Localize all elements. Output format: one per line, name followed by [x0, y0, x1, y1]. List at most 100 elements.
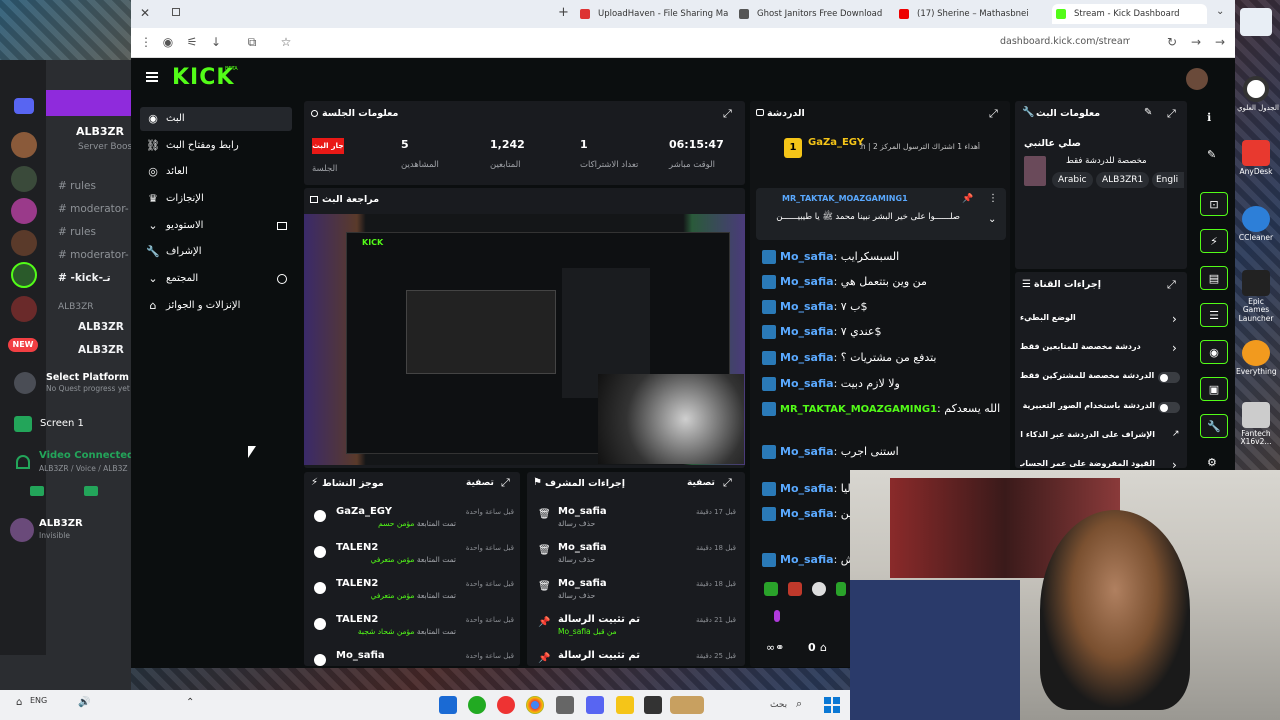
chat-username[interactable]: Mo_safia — [780, 275, 834, 288]
search-icon[interactable]: ⌕ — [796, 697, 802, 711]
chat-message[interactable]: Mo_safia: بتدفع من مشتريات ؟ — [762, 349, 1002, 367]
select-platform[interactable]: Select Platform — [46, 372, 129, 383]
activity-name[interactable]: TALEN2 — [336, 578, 378, 589]
server-icon[interactable] — [11, 296, 37, 322]
chat-message[interactable]: Mo_safia: ليا — [762, 480, 850, 498]
chevron-right-icon[interactable]: › — [1172, 312, 1177, 326]
chevron-right-icon[interactable]: › — [1172, 458, 1177, 472]
voice-item[interactable]: ALB3ZR — [78, 344, 124, 356]
taskbar-app-icon[interactable] — [644, 696, 662, 714]
user-avatar[interactable] — [10, 518, 34, 542]
tab-list-icon[interactable]: ⌄ — [1216, 6, 1224, 17]
chat-message[interactable]: MR_TAKTAK_MOAZGAMING1: شير انكم للبث الل… — [762, 400, 1002, 418]
expand-icon[interactable]: ⤢ — [989, 107, 998, 121]
desktop-icon-everything[interactable]: Everything — [1236, 340, 1277, 376]
toggle-switch[interactable] — [1158, 372, 1180, 383]
info-icon[interactable]: ℹ — [1207, 111, 1211, 124]
gift-user[interactable]: GaZa_EGY — [808, 137, 864, 148]
chat-username[interactable]: Mo_safia — [780, 445, 834, 458]
more-icon[interactable]: ⋮ — [988, 193, 998, 204]
chat-username[interactable]: Mo_safia — [780, 377, 834, 390]
reload-icon[interactable]: ↻ — [1164, 34, 1180, 50]
taskbar-app-icon[interactable] — [526, 696, 544, 714]
channel-action-label[interactable]: الدردشة باستخدام الصور التعبيرية فقط — [1020, 401, 1155, 410]
nav-community[interactable]: ⌄ المجتمع — [140, 267, 292, 291]
windows-start-icon[interactable] — [824, 697, 840, 713]
mic-icon[interactable] — [774, 610, 780, 622]
taskbar-app-icon[interactable] — [497, 696, 515, 714]
channel-item[interactable]: # rules — [58, 226, 96, 238]
chevron-right-icon[interactable]: › — [1172, 341, 1177, 355]
mod-action-name[interactable]: تم تثبيت الرسالة — [558, 614, 640, 625]
mod-action-name[interactable]: Mo_safia — [558, 578, 607, 589]
tag-chip[interactable]: Engli — [1152, 172, 1184, 188]
extensions-icon[interactable]: ⧉ — [244, 34, 260, 50]
camera-icon[interactable] — [30, 486, 44, 496]
chat-message[interactable]: Mo_safia: من وين بتتعمل هي — [762, 273, 1002, 291]
rail-button[interactable]: ⚡ — [1200, 229, 1228, 253]
chat-username[interactable]: Mo_safia — [780, 553, 834, 566]
settings-icon[interactable]: ⚙ — [1207, 456, 1217, 469]
taskbar-app-icon[interactable] — [616, 696, 634, 714]
channel-item[interactable]: # moderator- — [58, 203, 129, 215]
expand-icon[interactable]: ⤢ — [723, 476, 732, 490]
nav-studio[interactable]: ⌄ الاستوديو — [140, 214, 292, 238]
stream-preview-video[interactable]: KICK — [304, 214, 745, 465]
chat-users-icon[interactable]: ∞⚭ — [766, 641, 784, 654]
activity-filter[interactable]: تصفية — [466, 478, 494, 488]
rail-button[interactable]: ◉ — [1200, 340, 1228, 364]
desktop-icon-epic[interactable]: Epic Games Launcher — [1236, 270, 1276, 323]
channel-action-label[interactable]: الوضع البطيء — [1020, 313, 1155, 322]
restore-icon[interactable] — [172, 8, 180, 16]
rail-button[interactable]: 🔧 — [1200, 414, 1228, 438]
tab-ghost-janitors[interactable]: Ghost Janitors Free Download — [735, 4, 895, 24]
tab-kick-dashboard[interactable]: Stream - Kick Dashboard — [1052, 4, 1207, 24]
screen-label[interactable]: Screen 1 — [40, 418, 84, 429]
chat-message[interactable]: Mo_safia: عندي ٧$ — [762, 323, 1002, 341]
chat-username[interactable]: Mo_safia — [780, 507, 834, 520]
tune-icon[interactable]: ⚟ — [184, 34, 200, 50]
chat-message[interactable]: Mo_safia: السبسكرايب — [762, 248, 1002, 266]
pencil-icon[interactable]: ✎ — [1207, 148, 1216, 161]
server-name[interactable]: ALB3ZR — [76, 125, 124, 138]
chat-message[interactable]: Mo_safia: ولا لازم دبيت — [762, 375, 1002, 393]
url-field[interactable]: dashboard.kick.com/stream — [1000, 36, 1130, 47]
rail-button[interactable]: ▣ — [1200, 377, 1228, 401]
chat-username[interactable]: MR_TAKTAK_MOAZGAMING1 — [780, 404, 937, 415]
expand-icon[interactable]: ⤢ — [1167, 278, 1176, 292]
tab-sherine[interactable]: (17) Sherine – Mathasbnei — [895, 4, 1055, 24]
chat-username[interactable]: Mo_safia — [780, 300, 834, 313]
volume-icon[interactable]: 🔊 — [78, 697, 90, 708]
activity-name[interactable]: Mo_safia — [336, 650, 385, 661]
chat-username[interactable]: Mo_safia — [780, 482, 834, 495]
server-icon[interactable] — [11, 230, 37, 256]
server-icon[interactable] — [11, 262, 37, 288]
hamburger-icon[interactable] — [146, 72, 158, 82]
external-link-icon[interactable]: ↗ — [1172, 429, 1180, 439]
taskbar-app-icon[interactable] — [556, 696, 574, 714]
channel-action-label[interactable]: دردشة مخصصة للمتابعين فقط — [1020, 342, 1155, 351]
tag-chip[interactable]: ALB3ZR1 — [1096, 172, 1150, 188]
mod-action-name[interactable]: Mo_safia — [558, 506, 607, 517]
server-icon[interactable] — [11, 132, 37, 158]
menu-icon[interactable]: ⋮ — [138, 34, 154, 50]
tray-chevron-icon[interactable]: ⌃ — [186, 697, 194, 708]
expand-icon[interactable]: ⤢ — [1167, 107, 1176, 121]
nav-broadcast[interactable]: ◉ البث — [140, 107, 292, 131]
expand-icon[interactable]: ⤢ — [501, 476, 510, 490]
taskbar-app-icon[interactable] — [439, 696, 457, 714]
gift-icon[interactable]: ⌂ — [820, 641, 827, 654]
back-icon[interactable]: → — [1188, 34, 1204, 50]
chat-username[interactable]: Mo_safia — [780, 351, 834, 364]
new-tab-button[interactable]: + — [558, 5, 569, 20]
nav-drops[interactable]: ⌂ الإنزالات و الجوائز — [140, 294, 292, 318]
chevron-down-icon[interactable]: ⌄ — [988, 214, 996, 225]
tab-uploadhaven[interactable]: UploadHaven - File Sharing Ma — [576, 4, 736, 24]
chat-message[interactable]: Mo_safia: ش — [762, 551, 850, 569]
nav-moderation[interactable]: 🔧 الإشراف — [140, 240, 292, 264]
chat-message[interactable]: Mo_safia: ين — [762, 505, 850, 523]
chat-message[interactable]: Mo_safia: استنى اجرب — [762, 443, 1002, 461]
share-icon[interactable] — [84, 486, 98, 496]
taskbar-search[interactable]: بحث — [770, 700, 787, 710]
desktop-icon-chrome[interactable] — [1243, 76, 1269, 102]
